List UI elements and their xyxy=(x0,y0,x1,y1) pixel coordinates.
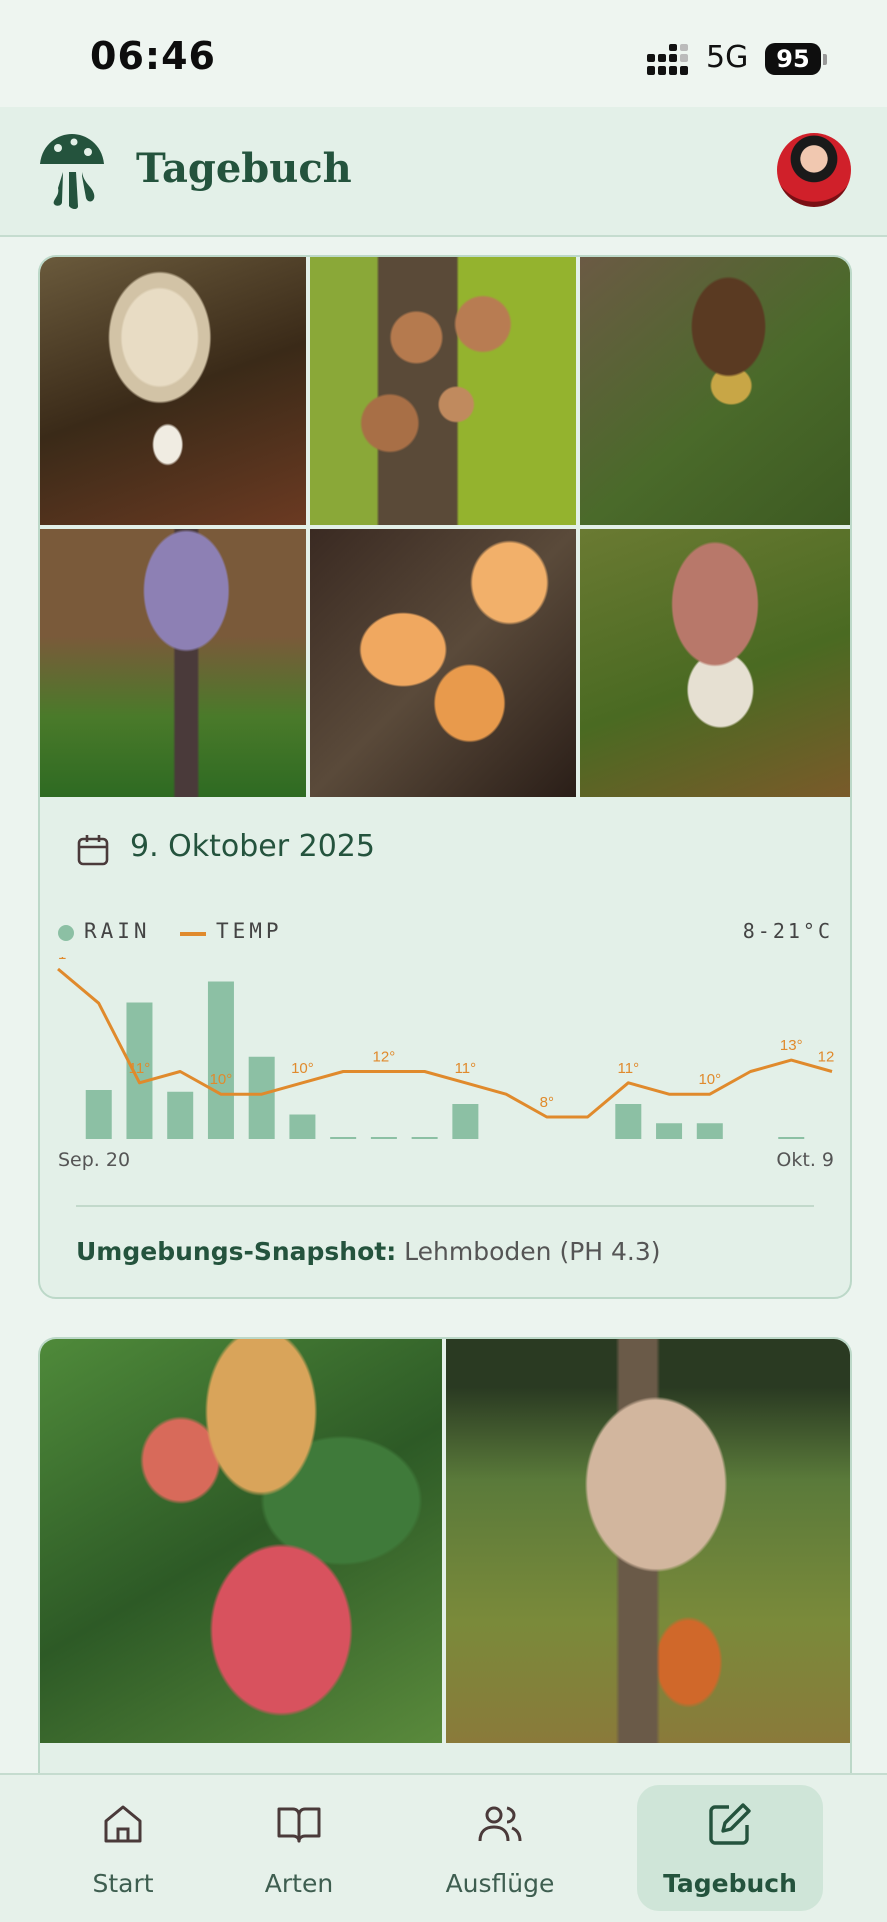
temp-data-label: 10° xyxy=(210,1071,233,1088)
temp-data-label: 10° xyxy=(291,1060,314,1077)
nav-item-arten[interactable]: Arten xyxy=(236,1775,362,1922)
weather-chart: 1° 11° 10° 10° 12° 11° 8° 11° 10° 13° 12 xyxy=(57,957,834,1139)
chart-legend: RAIN TEMP 8-21°C xyxy=(58,917,833,947)
avatar[interactable] xyxy=(777,133,851,207)
nav-label: Arten xyxy=(264,1869,334,1898)
nav-label: Ausflüge xyxy=(445,1869,555,1898)
temp-legend-line xyxy=(180,932,206,936)
rain-bar xyxy=(452,1104,479,1139)
temp-data-label: 10° xyxy=(698,1071,721,1088)
mushroom-photo-3[interactable] xyxy=(580,257,850,525)
nav-label: Start xyxy=(92,1869,154,1898)
temp-data-label: 11° xyxy=(129,1060,151,1077)
temp-data-label: 11° xyxy=(618,1060,640,1077)
rain-bar xyxy=(289,1114,316,1139)
rain-legend-label: RAIN xyxy=(84,919,151,943)
rain-bar xyxy=(167,1091,194,1139)
calendar-icon xyxy=(77,835,109,866)
battery-icon: 95 xyxy=(765,43,821,75)
snapshot-value: Lehmboden (PH 4.3) xyxy=(404,1237,661,1266)
divider xyxy=(76,1205,814,1207)
rain-bar xyxy=(85,1090,112,1139)
temp-data-label: 8° xyxy=(540,1094,554,1111)
mushroom-photo-6[interactable] xyxy=(580,529,850,797)
page-title: Tagebuch xyxy=(136,145,352,192)
temp-data-label: 12° xyxy=(373,1048,396,1065)
mushroom-photo-1[interactable] xyxy=(40,257,306,525)
temp-data-label: 1° xyxy=(58,957,72,963)
rain-bar xyxy=(615,1104,642,1139)
mushroom-photo-7[interactable] xyxy=(40,1339,442,1743)
network-label: 5G xyxy=(706,40,749,75)
mushroom-photo-5[interactable] xyxy=(310,529,576,797)
snapshot-label: Umgebungs-Snapshot: xyxy=(76,1237,397,1266)
status-time: 06:46 xyxy=(90,34,216,78)
nav-item-tagebuch[interactable]: Tagebuch xyxy=(637,1775,823,1922)
rain-bar xyxy=(696,1123,723,1139)
temp-range: 8-21°C xyxy=(742,919,833,943)
temp-data-label: 13° xyxy=(780,1037,803,1054)
rain-bar xyxy=(778,1137,805,1139)
environment-snapshot: Umgebungs-Snapshot: Lehmboden (PH 4.3) xyxy=(76,1237,661,1266)
rain-bar xyxy=(370,1137,397,1139)
status-bar: 06:46 5G 95 xyxy=(0,0,887,107)
temp-data-label: 11° xyxy=(455,1060,477,1077)
rain-legend-dot xyxy=(58,925,74,941)
mushroom-photo-4[interactable] xyxy=(40,529,306,797)
x-axis-start-label: Sep. 20 xyxy=(58,1149,131,1171)
photo-grid xyxy=(40,257,850,797)
users-icon xyxy=(478,1806,522,1842)
bottom-nav: Start Arten Ausflüge Tagebuch xyxy=(0,1773,887,1922)
diary-entry-card[interactable]: 9. Oktober 2025 RAIN TEMP 8-21°C 1° 11° 10… xyxy=(38,255,852,1299)
rain-bar xyxy=(411,1137,438,1139)
mushroom-photo-2[interactable] xyxy=(310,257,576,525)
signal-icon xyxy=(647,44,688,75)
rain-bar xyxy=(656,1123,683,1139)
nav-item-ausfluege[interactable]: Ausflüge xyxy=(430,1775,570,1922)
nav-label: Tagebuch xyxy=(663,1869,797,1898)
x-axis-end-label: Okt. 9 xyxy=(776,1149,834,1171)
mushroom-photo-8[interactable] xyxy=(446,1339,850,1743)
temp-legend-label: TEMP xyxy=(216,919,283,943)
rain-bar xyxy=(248,1056,275,1139)
battery-cap xyxy=(823,54,827,65)
edit-icon xyxy=(709,1803,751,1845)
home-icon xyxy=(104,1805,142,1843)
temp-data-label: 12 xyxy=(818,1048,834,1065)
app-header: Tagebuch xyxy=(0,107,887,237)
rain-bar xyxy=(330,1137,357,1139)
book-icon xyxy=(277,1807,321,1843)
rain-bar xyxy=(207,981,234,1139)
entry-date: 9. Oktober 2025 xyxy=(130,829,375,864)
mushroom-logo-icon xyxy=(40,134,104,209)
nav-item-start[interactable]: Start xyxy=(60,1775,186,1922)
